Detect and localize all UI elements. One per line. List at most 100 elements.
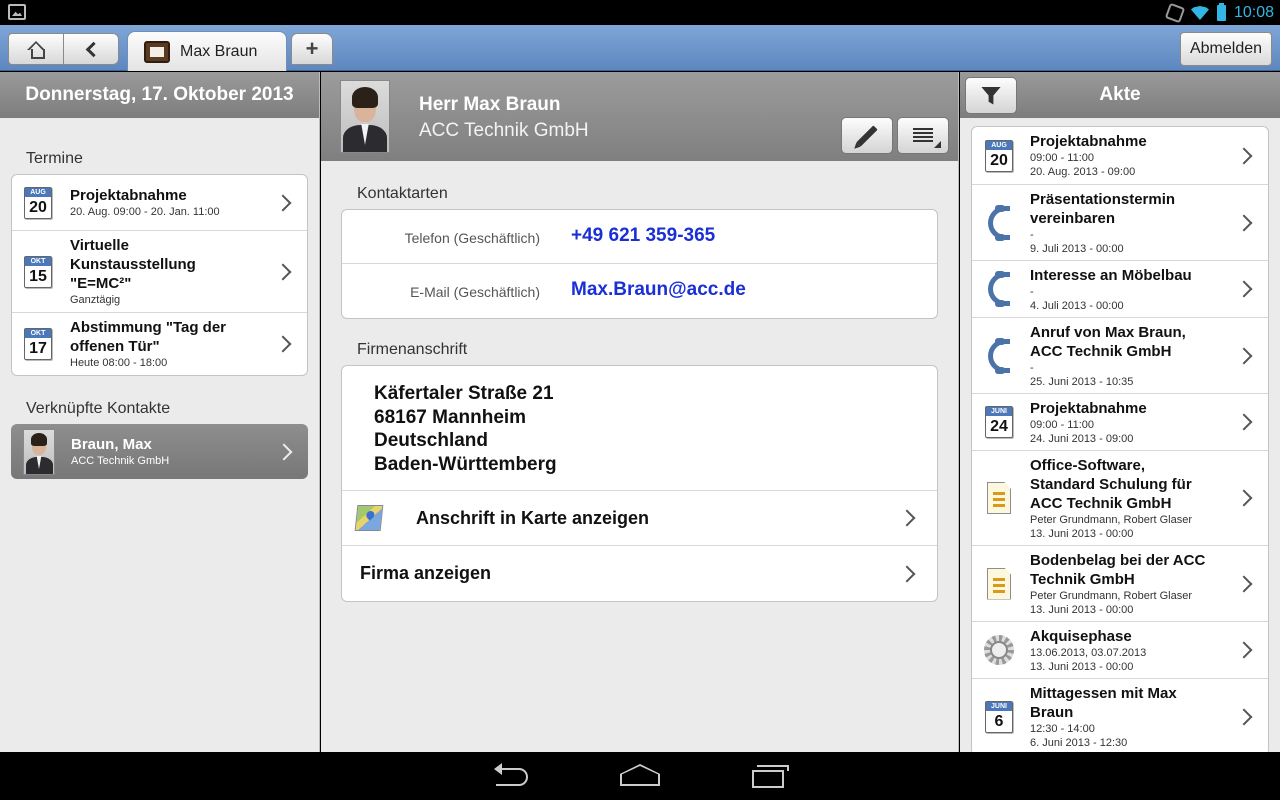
appointment-item[interactable]: AUG 20 Projektabnahme 20. Aug. 09:00 - 2…: [12, 175, 307, 231]
back-button[interactable]: [63, 33, 119, 65]
file-item[interactable]: JUNI 6 Mittagessen mit Max Braun 12:30 - 1…: [972, 679, 1268, 755]
file-item-title: Interesse an Möbelbau: [1030, 266, 1192, 284]
file-item[interactable]: Präsentationstermin vereinbaren -9. Juli …: [972, 185, 1268, 261]
file-item-line1: -: [1030, 228, 1034, 241]
file-item[interactable]: JUNI 24 Projektabnahme 09:00 - 11:00 24. Ju…: [972, 394, 1268, 451]
file-item-line2: 20. Aug. 2013 - 09:00: [1030, 166, 1136, 178]
appointment-item[interactable]: OKT 15 Virtuelle Kunstausstellung "E=MC²…: [12, 231, 307, 313]
show-map-label: Anschrift in Karte anzeigen: [416, 507, 650, 528]
contact-card-icon: [144, 40, 170, 63]
logout-button[interactable]: Abmelden: [1180, 32, 1272, 66]
show-company-label: Firma anzeigen: [360, 563, 492, 583]
add-tab-button[interactable]: +: [291, 33, 333, 65]
contact-photo: [340, 80, 390, 153]
recent-apps-icon[interactable]: [752, 765, 789, 788]
back-nav-icon[interactable]: [494, 763, 528, 786]
file-item-title: Akquisephase: [1030, 627, 1132, 645]
gear-icon: [984, 635, 1014, 665]
file-item-line1: 12:30 - 14:00: [1030, 723, 1095, 735]
calendar-day: 17: [29, 340, 47, 357]
file-item-title: Anruf von Max Braun, ACC Technik GmbH: [1030, 323, 1186, 360]
file-item[interactable]: Anruf von Max Braun, ACC Technik GmbH -25…: [972, 318, 1268, 394]
phone-icon: [988, 271, 1010, 307]
file-item-line1: 13.06.2013, 03.07.2013: [1030, 646, 1147, 659]
calendar-day: 24: [990, 418, 1008, 435]
linked-contact-item[interactable]: Braun, Max ACC Technik GmbH: [11, 424, 308, 479]
edit-button[interactable]: [841, 117, 893, 154]
file-item-line2: 9. Juli 2013 - 00:00: [1030, 242, 1124, 255]
file-item-title: Projektabnahme: [1030, 133, 1147, 150]
show-map-row[interactable]: Anschrift in Karte anzeigen: [342, 491, 937, 546]
file-item-line2: 13. Juni 2013 - 00:00: [1030, 527, 1134, 540]
phone-label: Telefon (Geschäftlich): [404, 230, 540, 246]
file-item-line1: Peter Grundmann, Robert Glaser: [1030, 513, 1193, 526]
pencil-icon: [856, 124, 878, 147]
filter-button[interactable]: [965, 77, 1017, 114]
file-item[interactable]: AUG 20 Projektabnahme 09:00 - 11:00 20. Aug…: [972, 127, 1268, 185]
appointments-title: Termine: [26, 150, 83, 167]
date-header: Donnerstag, 17. Oktober 2013: [0, 72, 319, 118]
gallery-notification-icon: [8, 4, 26, 20]
list-menu-button[interactable]: [897, 117, 949, 154]
file-item[interactable]: Office-Software, Standard Schulung für A…: [972, 451, 1268, 546]
file-item-line1: 09:00 - 11:00: [1030, 418, 1095, 431]
calendar-icon: JUNI 24: [985, 406, 1013, 438]
contact-header: Herr Max Braun ACC Technik GmbH: [321, 72, 958, 161]
file-item[interactable]: Akquisephase 13.06.2013, 03.07.2013 13. Ju…: [972, 622, 1268, 679]
phone-icon: [988, 204, 1010, 241]
calendar-month: JUNI: [986, 407, 1012, 416]
address-line: 68167 Mannheim: [374, 406, 527, 428]
contact-company: ACC Technik GmbH: [71, 455, 170, 467]
file-item[interactable]: Bodenbelag bei der ACC Technik GmbH Peter…: [972, 546, 1268, 622]
appointment-time: Ganztägig: [70, 294, 121, 306]
left-panel: Donnerstag, 17. Oktober 2013 Termine AUG…: [0, 72, 320, 752]
file-item-line1: Peter Grundmann, Robert Glaser: [1030, 589, 1193, 602]
calendar-month: AUG: [986, 140, 1012, 150]
tab-max-braun[interactable]: Max Braun: [127, 31, 287, 71]
appointment-title: Projektabnahme: [70, 187, 187, 204]
calendar-day: 20: [29, 198, 47, 216]
calendar-month: JUNI: [986, 702, 1012, 711]
file-header: Akte: [960, 72, 1280, 118]
calendar-icon: AUG 20: [24, 186, 52, 219]
company-address-card: Käfertaler Straße 21 68167 Mannheim Deut…: [341, 365, 938, 602]
appointment-item[interactable]: OKT 17 Abstimmung "Tag der offenen Tür" …: [12, 313, 307, 375]
file-item-line1: 09:00 - 11:00: [1030, 152, 1095, 164]
file-item-title: Mittagessen mit Max Braun: [1030, 685, 1177, 721]
chevron-right-icon: [1235, 708, 1253, 726]
chevron-right-icon: [274, 194, 292, 211]
system-navigation-bar: [0, 752, 1280, 800]
phone-icon: [988, 337, 1010, 374]
map-icon: [354, 505, 384, 531]
status-bar: 10:08: [0, 0, 1280, 25]
calendar-day: 6: [994, 713, 1004, 730]
contact-company-name: ACC Technik GmbH: [419, 120, 589, 141]
phone-row[interactable]: Telefon (Geschäftlich) +49 621 359-365: [342, 210, 937, 264]
contact-types-card: Telefon (Geschäftlich) +49 621 359-365 E…: [341, 209, 938, 319]
file-item-title: Office-Software, Standard Schulung für A…: [1030, 456, 1192, 512]
file-item-line1: -: [1030, 285, 1034, 298]
chevron-left-icon: [85, 41, 101, 57]
home-button[interactable]: [8, 33, 64, 65]
chevron-right-icon: [1235, 641, 1253, 659]
home-nav-icon[interactable]: [620, 764, 660, 786]
email-row[interactable]: E-Mail (Geschäftlich) Max.Braun@acc.de: [342, 264, 937, 318]
tab-label: Max Braun: [180, 42, 258, 60]
wifi-icon: [1190, 6, 1209, 20]
file-panel: Akte AUG 20 Projektabnahme 09:00 - 11:00 20…: [960, 72, 1280, 756]
contact-types-title: Kontaktarten: [357, 185, 448, 202]
file-item[interactable]: Interesse an Möbelbau -4. Juli 2013 - 00:…: [972, 261, 1268, 318]
email-label: E-Mail (Geschäftlich): [410, 284, 540, 300]
email-value[interactable]: Max.Braun@acc.de: [571, 279, 746, 301]
show-company-row[interactable]: Firma anzeigen: [342, 546, 937, 601]
file-header-title: Akte: [1099, 84, 1141, 105]
phone-value[interactable]: +49 621 359-365: [571, 225, 715, 247]
chevron-right-icon: [1235, 347, 1253, 364]
appointments-list: AUG 20 Projektabnahme 20. Aug. 09:00 - 2…: [11, 174, 308, 376]
list-menu-icon: [913, 127, 941, 148]
appointment-title: Virtuelle Kunstausstellung "E=MC²": [70, 237, 196, 292]
chevron-right-icon: [275, 443, 293, 460]
address-line: Käfertaler Straße 21: [374, 383, 554, 404]
address-line: Deutschland: [374, 430, 489, 451]
company-address-title: Firmenanschrift: [357, 341, 468, 358]
